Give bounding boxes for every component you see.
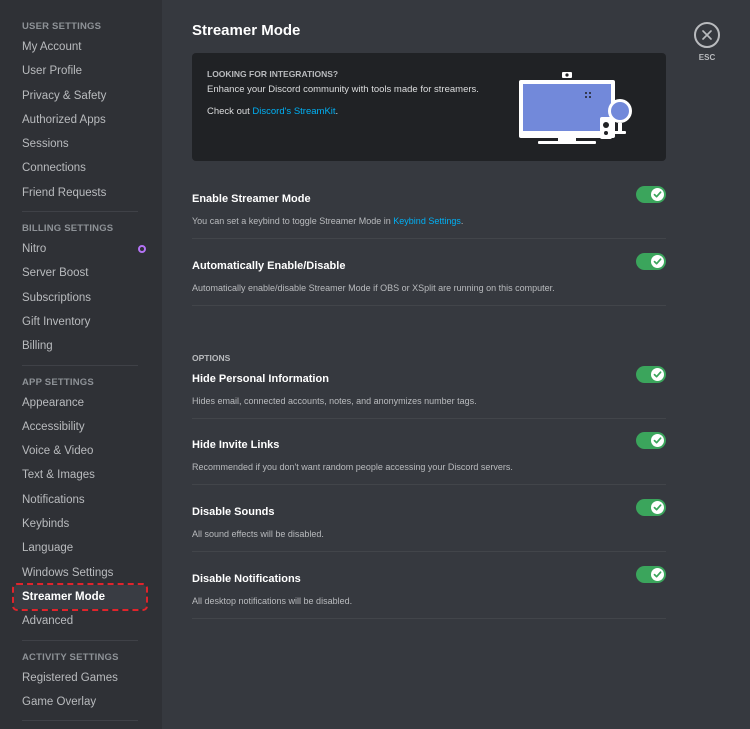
nitro-icon: [138, 245, 146, 254]
sidebar-item-advanced[interactable]: Advanced: [14, 609, 146, 633]
monitor-illustration-icon: [519, 72, 632, 144]
toggle-knob: [651, 501, 664, 514]
setting-description: Recommended if you don't want random peo…: [192, 462, 513, 472]
sidebar-header-billing-settings: BILLING SETTINGS: [22, 223, 114, 235]
check-icon: [653, 258, 662, 265]
check-icon: [653, 504, 662, 511]
toggle-knob: [651, 188, 664, 201]
setting-divider: [192, 618, 666, 619]
streamkit-link[interactable]: Discord's StreamKit: [252, 106, 335, 117]
sidebar-header-user-settings: USER SETTINGS: [22, 21, 102, 32]
sidebar-item-windows-settings[interactable]: Windows Settings: [14, 561, 146, 585]
sidebar-item-appearance[interactable]: Appearance: [14, 391, 146, 415]
setting-title: Enable Streamer Mode: [192, 193, 311, 205]
setting-description: You can set a keybind to toggle Streamer…: [192, 216, 463, 226]
sidebar-list: USER SETTINGS My Account User Profile Pr…: [12, 18, 148, 729]
sidebar-item-my-account[interactable]: My Account: [14, 35, 146, 59]
sidebar-item-accessibility[interactable]: Accessibility: [14, 415, 146, 439]
sidebar-item-user-profile[interactable]: User Profile: [14, 59, 146, 83]
setting-description: All desktop notifications will be disabl…: [192, 596, 353, 606]
setting-divider: [192, 484, 666, 485]
options-header: OPTIONS: [192, 353, 231, 363]
toggle-knob: [651, 255, 664, 268]
sidebar-divider: [22, 720, 138, 722]
sidebar-item-label: Nitro: [22, 243, 47, 256]
banner-check-suffix: .: [335, 106, 339, 117]
toggle-knob: [651, 434, 664, 447]
setting-title: Hide Personal Information: [192, 373, 329, 385]
sidebar-item-server-boost[interactable]: Server Boost: [14, 261, 146, 285]
toggle-knob: [651, 568, 664, 581]
sidebar-item-sessions[interactable]: Sessions: [14, 132, 146, 156]
disable-notifications-toggle[interactable]: [636, 566, 666, 583]
check-icon: [653, 191, 662, 198]
sidebar-item-registered-games[interactable]: Registered Games: [14, 666, 146, 690]
setting-description: Automatically enable/disable Streamer Mo…: [192, 283, 555, 293]
settings-sidebar: USER SETTINGS My Account User Profile Pr…: [0, 0, 162, 729]
setting-divider: [192, 551, 666, 552]
sidebar-item-keybinds[interactable]: Keybinds: [14, 512, 146, 536]
sidebar-header-app-settings: APP SETTINGS: [22, 376, 94, 388]
sidebar-item-privacy-safety[interactable]: Privacy & Safety: [14, 84, 146, 108]
sidebar-item-voice-video[interactable]: Voice & Video: [14, 439, 146, 463]
sidebar-item-subscriptions[interactable]: Subscriptions: [14, 286, 146, 310]
setting-description: All sound effects will be disabled.: [192, 529, 324, 539]
sidebar-divider: [22, 639, 138, 641]
sidebar-item-gift-inventory[interactable]: Gift Inventory: [14, 310, 146, 334]
hide-invite-links-toggle[interactable]: [636, 432, 666, 449]
enable-streamer-mode-toggle[interactable]: [636, 186, 666, 203]
sidebar-item-game-overlay[interactable]: Game Overlay: [14, 690, 146, 714]
sidebar-divider: [22, 364, 138, 366]
sidebar-item-billing[interactable]: Billing: [14, 334, 146, 358]
setting-title: Disable Notifications: [192, 573, 301, 585]
sidebar-item-friend-requests[interactable]: Friend Requests: [14, 181, 146, 205]
setting-divider: [192, 418, 666, 419]
sidebar-item-nitro[interactable]: Nitro: [14, 237, 146, 261]
sidebar-item-streamer-mode[interactable]: Streamer Mode: [12, 582, 148, 612]
sidebar-item-language[interactable]: Language: [14, 536, 146, 560]
banner-check-prefix: Check out: [207, 106, 253, 117]
setting-title: Automatically Enable/Disable: [192, 260, 346, 272]
close-icon: [702, 30, 712, 40]
page-title: Streamer Mode: [192, 22, 301, 39]
integrations-banner: LOOKING FOR INTEGRATIONS? Enhance your D…: [192, 53, 666, 161]
sidebar-item-text-images[interactable]: Text & Images: [14, 463, 146, 487]
banner-text: Enhance your Discord community with tool…: [207, 84, 479, 95]
desc-prefix: You can set a keybind to toggle Streamer…: [192, 216, 394, 226]
check-icon: [653, 371, 662, 378]
banner-check-line: Check out Discord's StreamKit.: [207, 106, 338, 117]
esc-label: ESC: [698, 53, 716, 62]
setting-divider: [192, 238, 666, 239]
sidebar-item-authorized-apps[interactable]: Authorized Apps: [14, 108, 146, 132]
sidebar-item-connections[interactable]: Connections: [14, 156, 146, 180]
setting-divider: [192, 305, 666, 306]
keybind-settings-link[interactable]: Keybind Settings: [393, 216, 461, 226]
check-icon: [653, 571, 662, 578]
banner-heading: LOOKING FOR INTEGRATIONS?: [207, 69, 339, 79]
sidebar-divider: [22, 211, 138, 213]
hide-personal-information-toggle[interactable]: [636, 366, 666, 383]
setting-title: Disable Sounds: [192, 506, 275, 518]
sidebar-header-activity-settings: ACTIVITY SETTINGS: [22, 651, 119, 663]
disable-sounds-toggle[interactable]: [636, 499, 666, 516]
setting-description: Hides email, connected accounts, notes, …: [192, 396, 477, 406]
desc-suffix: .: [460, 216, 464, 226]
setting-title: Hide Invite Links: [192, 439, 280, 451]
check-icon: [653, 437, 662, 444]
auto-enable-toggle[interactable]: [636, 253, 666, 270]
sidebar-item-notifications[interactable]: Notifications: [14, 488, 146, 512]
close-button[interactable]: [694, 22, 720, 48]
toggle-knob: [651, 368, 664, 381]
